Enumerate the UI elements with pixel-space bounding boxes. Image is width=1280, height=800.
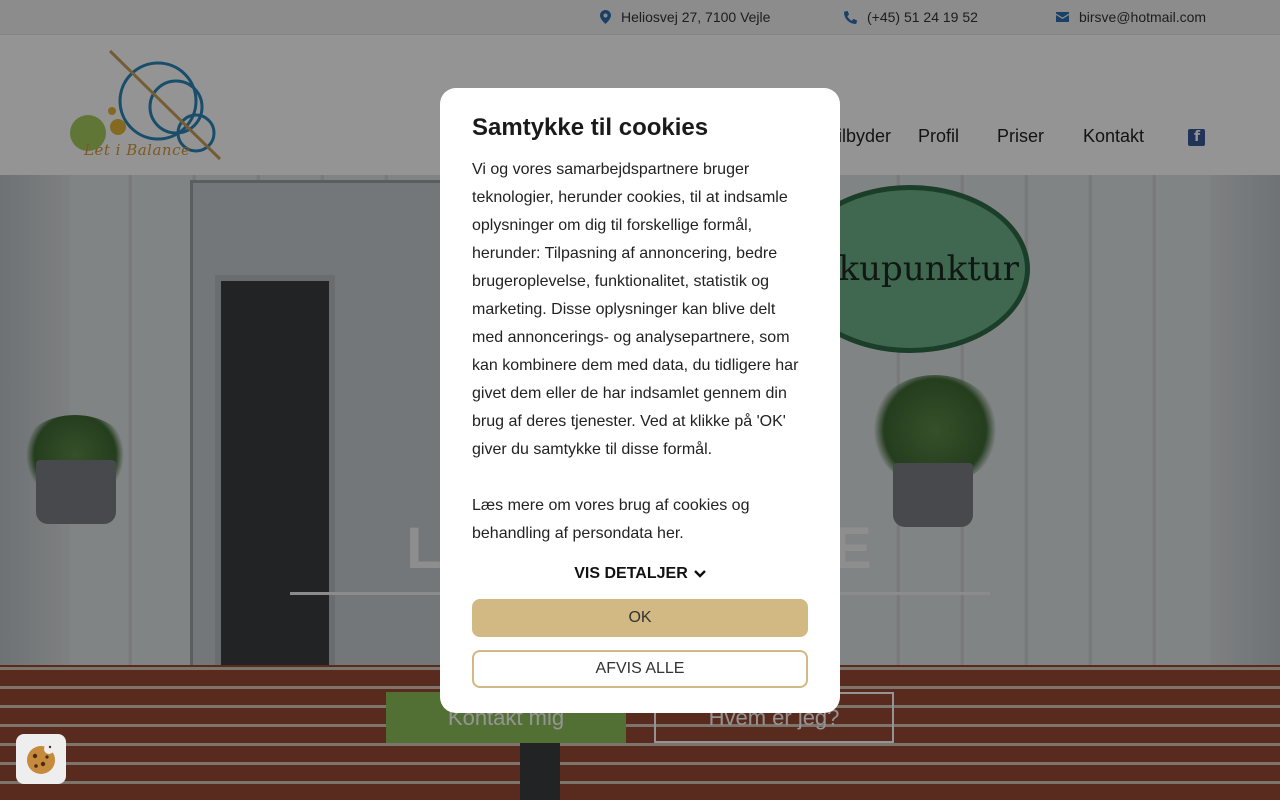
cookie-description: Vi og vores samarbejdspartnere bruger te… <box>472 161 799 458</box>
cookie-settings-button[interactable] <box>16 734 66 784</box>
cookie-consent-dialog: Samtykke til cookies Vi og vores samarbe… <box>440 88 840 713</box>
cookie-dialog-body: Vi og vores samarbejdspartnere bruger te… <box>472 156 808 548</box>
cookie-icon <box>27 744 55 774</box>
cookie-dialog-title: Samtykke til cookies <box>472 114 709 141</box>
show-details-label: VIS DETALJER <box>574 565 688 582</box>
chevron-down-icon <box>693 570 706 578</box>
cookie-reject-all-button[interactable]: AFVIS ALLE <box>472 650 808 688</box>
show-details-toggle[interactable]: VIS DETALJER <box>472 565 808 583</box>
cookie-ok-button[interactable]: OK <box>472 599 808 637</box>
cookie-read-more-link[interactable]: Læs mere om vores brug af cookies og beh… <box>472 492 808 548</box>
